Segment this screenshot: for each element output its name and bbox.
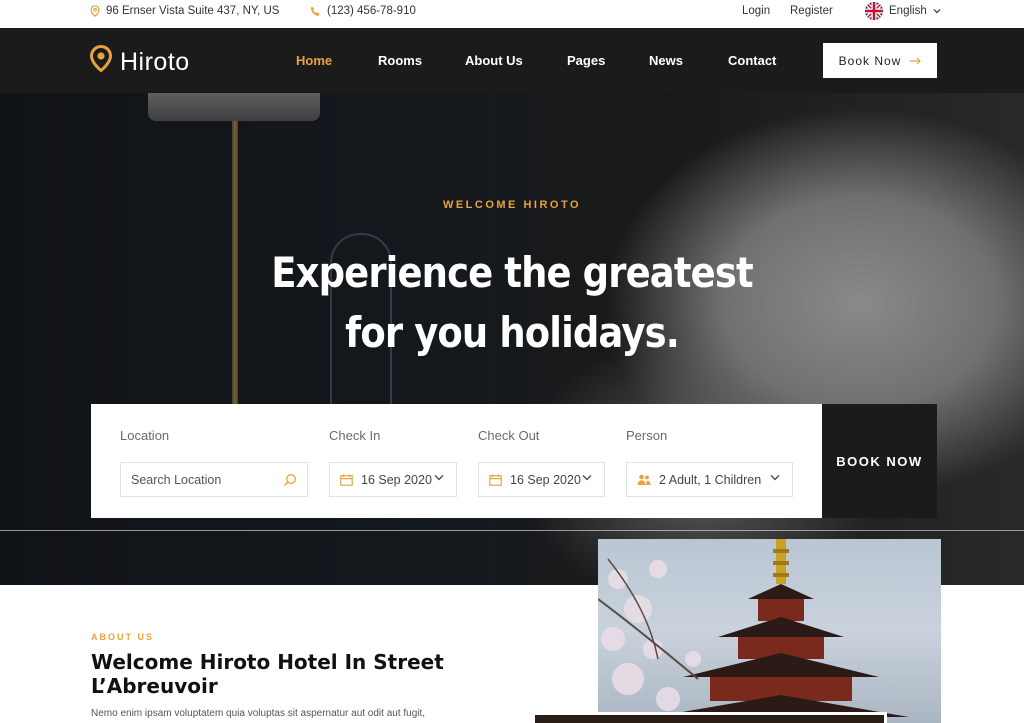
register-link[interactable]: Register xyxy=(790,0,833,22)
phone-icon xyxy=(310,6,321,17)
hero-title: Experience the greatest for you holidays… xyxy=(61,243,962,363)
language-selector[interactable]: English xyxy=(865,0,941,22)
location-pin-icon xyxy=(90,5,100,17)
checkin-label: Check In xyxy=(329,428,381,443)
people-icon xyxy=(637,474,651,486)
checkout-value: 16 Sep 2020 xyxy=(510,472,581,487)
location-field[interactable]: Search Location xyxy=(120,462,308,497)
language-label: English xyxy=(889,5,927,17)
uk-flag-icon xyxy=(865,2,883,20)
brand-name: Hiroto xyxy=(120,47,190,76)
chevron-down-icon xyxy=(933,5,941,17)
main-navbar: Hiroto Home Rooms About Us Pages News Co… xyxy=(0,28,1024,93)
booking-search-bar: Location Search Location Check In 16 Sep… xyxy=(91,404,822,518)
nav-item-pages[interactable]: Pages xyxy=(567,53,605,68)
person-label: Person xyxy=(626,428,668,443)
calendar-icon xyxy=(489,474,502,486)
hero-divider xyxy=(0,530,1024,531)
checkout-label: Check Out xyxy=(478,428,540,443)
logo-pin-icon xyxy=(89,44,113,79)
brand-logo[interactable]: Hiroto xyxy=(89,44,190,79)
location-input[interactable]: Search Location xyxy=(131,473,221,487)
room-photo-edge xyxy=(535,712,887,723)
nav-item-home[interactable]: Home xyxy=(296,53,332,68)
about-eyebrow: ABOUT US xyxy=(91,632,154,642)
arrow-right-icon xyxy=(909,54,922,68)
about-text: Nemo enim ipsam voluptatem quia voluptas… xyxy=(91,708,426,719)
book-now-header-button[interactable]: Book Now xyxy=(823,43,937,78)
hero-title-line1: Experience the greatest xyxy=(271,248,753,297)
login-link[interactable]: Login xyxy=(742,0,770,22)
pagoda-photo xyxy=(598,539,941,723)
address-info: 96 Ernser Vista Suite 437, NY, US xyxy=(90,0,279,22)
chevron-down-icon xyxy=(434,474,444,481)
hero-subtitle: WELCOME HIROTO xyxy=(442,199,582,211)
person-field[interactable]: 2 Adult, 1 Children xyxy=(626,462,793,497)
pagoda-illustration xyxy=(598,539,909,723)
about-title: Welcome Hiroto Hotel In Street L’Abreuvo… xyxy=(91,650,444,698)
chevron-down-icon xyxy=(770,474,780,481)
register-link-text[interactable]: Register xyxy=(790,5,833,17)
chevron-down-icon xyxy=(582,474,592,481)
checkin-field[interactable]: 16 Sep 2020 xyxy=(329,462,457,497)
location-label: Location xyxy=(120,428,170,443)
login-link-text[interactable]: Login xyxy=(742,5,770,17)
person-value: 2 Adult, 1 Children xyxy=(659,472,762,487)
address-text: 96 Ernser Vista Suite 437, NY, US xyxy=(106,5,280,17)
book-now-search-button[interactable]: BOOK NOW xyxy=(822,404,937,518)
nav-item-rooms[interactable]: Rooms xyxy=(378,53,422,68)
hero-title-line2: for you holidays. xyxy=(345,308,680,357)
nav-item-about-us[interactable]: About Us xyxy=(465,53,523,68)
checkout-field[interactable]: 16 Sep 2020 xyxy=(478,462,605,497)
calendar-icon xyxy=(340,474,353,486)
book-now-header-label: Book Now xyxy=(838,53,902,68)
top-bar: 96 Ernser Vista Suite 437, NY, US (123) … xyxy=(0,0,1024,28)
search-icon[interactable] xyxy=(283,473,297,487)
checkin-value: 16 Sep 2020 xyxy=(361,472,432,487)
phone-text: (123) 456-78-910 xyxy=(327,5,416,17)
nav-item-news[interactable]: News xyxy=(649,53,683,68)
nav-item-contact[interactable]: Contact xyxy=(728,53,776,68)
phone-info: (123) 456-78-910 xyxy=(310,0,416,22)
